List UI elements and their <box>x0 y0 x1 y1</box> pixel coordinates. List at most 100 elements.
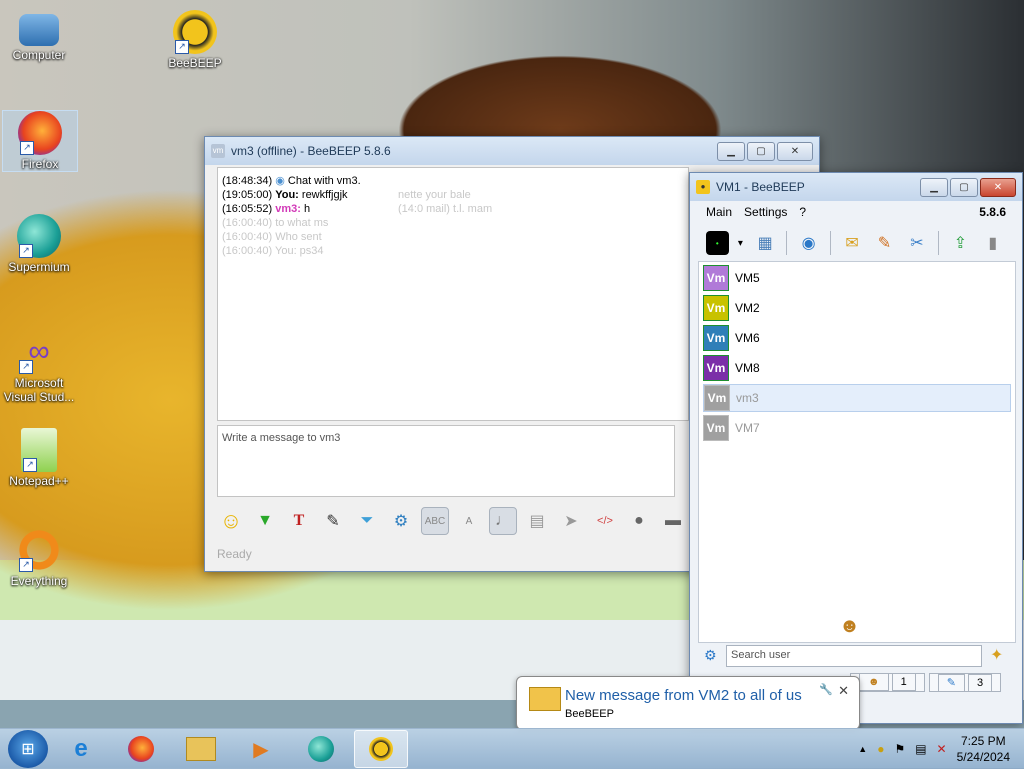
share-icon[interactable]: ⇪ <box>947 229 973 257</box>
taskbar-firefox[interactable] <box>114 730 168 768</box>
emoji-icon[interactable]: ☺ <box>217 507 245 535</box>
status-indicator-icon[interactable]: • <box>706 231 729 255</box>
close-button[interactable]: ✕ <box>777 141 813 161</box>
user-row-vm7[interactable]: Vm VM7 <box>703 414 1011 442</box>
network-icon[interactable]: ◉ <box>795 229 821 257</box>
avatar: Vm <box>703 265 729 291</box>
avatar: Vm <box>703 355 729 381</box>
wrench-icon[interactable]: 🔧 <box>819 683 833 696</box>
taskbar-explorer[interactable] <box>174 730 228 768</box>
faded-history-line: (16:00:40) to what ms <box>222 217 329 229</box>
desktop-icon-computer[interactable]: Computer <box>2 10 76 62</box>
desktop-icon-beebeep[interactable]: ↗ BeeBEEP <box>158 10 232 70</box>
tools-icon[interactable]: ✂ <box>904 229 930 257</box>
beebeep-tray-icon[interactable]: ● <box>877 742 884 756</box>
minimize-button[interactable]: ▁ <box>920 177 948 197</box>
group-icon: ☻ <box>859 673 889 691</box>
contacts-titlebar[interactable]: ● VM1 - BeeBEEP ▁ ▢ ✕ <box>690 173 1022 201</box>
contacts-window[interactable]: ● VM1 - BeeBEEP ▁ ▢ ✕ Main Settings ? 5.… <box>689 172 1023 724</box>
search-user-input[interactable]: Search user <box>726 645 982 667</box>
desktop-icon-label: BeeBEEP <box>168 56 222 70</box>
user-row-vm6[interactable]: Vm VM6 <box>703 324 1011 352</box>
user-row-vm2[interactable]: Vm VM2 <box>703 294 1011 322</box>
user-name: VM8 <box>735 361 760 375</box>
version-label: 5.8.6 <box>979 205 1006 219</box>
profile-edit-icon[interactable]: ▦ <box>752 229 778 257</box>
start-button[interactable]: ⊞ <box>8 730 48 768</box>
notification-toast[interactable]: New message from VM2 to all of us BeeBEE… <box>516 676 860 730</box>
desktop-icon-supermium[interactable]: ↗ Supermium <box>2 214 76 274</box>
font-icon[interactable]: T <box>285 507 313 535</box>
clock[interactable]: 7:25 PM 5/24/2024 <box>957 733 1010 765</box>
volume-muted-icon[interactable]: ✕ <box>937 742 947 756</box>
contacts-window-title: VM1 - BeeBEEP <box>716 180 805 194</box>
avatar: Vm <box>703 295 729 321</box>
search-options-icon[interactable]: ⚙ <box>704 647 717 664</box>
menu-help[interactable]: ? <box>799 205 806 219</box>
user-row-vm3[interactable]: Vm vm3 <box>703 384 1011 412</box>
menu-settings[interactable]: Settings <box>744 205 787 219</box>
message-envelope-icon[interactable]: ✉ <box>839 229 865 257</box>
system-tray: ▲ ● ⚑ ▤ ✕ 7:25 PM 5/24/2024 <box>858 733 1024 765</box>
chat-icon: ✎ <box>937 674 965 692</box>
taskbar-ie[interactable]: e <box>54 730 108 768</box>
bee-icon <box>369 737 393 761</box>
faded-history-line: (16:00:40) You: ps34 <box>222 245 324 257</box>
user-name: vm3 <box>736 391 759 405</box>
buzz-icon[interactable]: ▼ <box>251 507 279 535</box>
send-file-icon[interactable]: ➤ <box>557 507 585 535</box>
message-input[interactable]: Write a message to vm3 <box>217 425 675 497</box>
taskbar-media-player[interactable]: ▶ <box>234 730 288 768</box>
network-tray-icon[interactable]: ▤ <box>915 742 926 756</box>
notification-source: BeeBEEP <box>565 708 614 720</box>
show-hidden-icons-icon[interactable]: ▲ <box>858 744 867 754</box>
dropdown-arrow-icon[interactable]: ▾ <box>735 229 746 257</box>
user-row-vm8[interactable]: Vm VM8 <box>703 354 1011 382</box>
bee-icon: ↗ <box>173 10 217 54</box>
maximize-button[interactable]: ▢ <box>747 141 775 161</box>
status-text: Ready <box>217 547 252 561</box>
menu-main[interactable]: Main <box>706 205 732 219</box>
action-center-flag-icon[interactable]: ⚑ <box>894 742 905 756</box>
file-icon[interactable]: ▤ <box>523 507 551 535</box>
desktop-icon-visual-studio[interactable]: ∞ ↗ Microsoft Visual Stud... <box>2 330 76 404</box>
contacts-toolbar: • ▾ ▦ ◉ ✉ ✎ ✂ ⇪ ▮ <box>690 223 1022 263</box>
minimize-button[interactable]: ▁ <box>717 141 745 161</box>
desktop-icon-label: Notepad++ <box>9 474 69 488</box>
chat-titlebar[interactable]: vm vm3 (offline) - BeeBEEP 5.8.6 ▁ ▢ ✕ <box>205 137 819 165</box>
desktop-icon-firefox[interactable]: ↗ Firefox <box>2 110 78 172</box>
desktop-icon-everything[interactable]: ↗ Everything <box>2 528 76 588</box>
clear-search-icon[interactable]: ✦ <box>990 645 1003 665</box>
note-icon[interactable]: ♩ <box>489 507 517 535</box>
close-icon[interactable]: ✕ <box>838 683 849 699</box>
write-note-icon[interactable]: ✎ <box>871 229 897 257</box>
translate-icon[interactable]: A <box>455 507 483 535</box>
chat-history[interactable]: (18:48:34) ◉ Chat with vm3. (19:05:00) Y… <box>217 167 689 421</box>
color-picker-icon[interactable]: ✎ <box>319 507 347 535</box>
folder-icon <box>186 737 216 761</box>
tab-groups[interactable]: ☻ 1 <box>850 673 925 692</box>
taskbar-supermium[interactable] <box>294 730 348 768</box>
user-name: VM2 <box>735 301 760 315</box>
view-tabs: ☻ 1 ✎ 3 <box>850 673 1002 692</box>
filter-icon[interactable]: ⏷ <box>353 507 381 535</box>
screenshot-icon[interactable]: ▬ <box>659 507 687 535</box>
record-icon[interactable]: ● <box>625 507 653 535</box>
taskbar-beebeep[interactable] <box>354 730 408 768</box>
tab-chats[interactable]: ✎ 3 <box>928 673 1002 692</box>
spellcheck-icon[interactable]: ABC <box>421 507 449 535</box>
avatar: Vm <box>704 385 730 411</box>
desktop-icon-label: Firefox <box>21 157 59 171</box>
html-icon[interactable]: </> <box>591 507 619 535</box>
settings-gear-icon[interactable]: ⚙ <box>387 507 415 535</box>
close-button[interactable]: ✕ <box>980 177 1016 197</box>
supermium-icon: ↗ <box>17 214 61 258</box>
chat-bubble-icon: ◉ <box>275 175 285 187</box>
maximize-button[interactable]: ▢ <box>950 177 978 197</box>
media-player-icon: ▶ <box>253 738 269 761</box>
clock-time: 7:25 PM <box>960 734 1006 748</box>
user-row-vm5[interactable]: Vm VM5 <box>703 264 1011 292</box>
trash-icon[interactable]: ▮ <box>980 229 1006 257</box>
desktop-icon-notepadpp[interactable]: ↗ Notepad++ <box>2 428 76 488</box>
user-name: VM7 <box>735 421 760 435</box>
